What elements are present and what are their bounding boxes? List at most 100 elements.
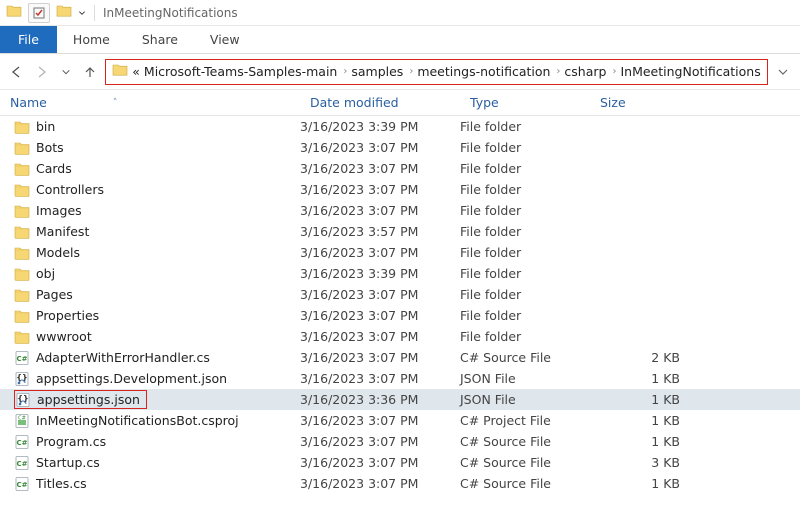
nav-back-button[interactable] <box>8 62 26 82</box>
file-name: appsettings.Development.json <box>36 371 227 386</box>
cell-size: 1 KB <box>590 476 700 491</box>
cell-type: File folder <box>460 182 590 197</box>
cell-size: 1 KB <box>590 413 700 428</box>
folder-icon <box>14 140 30 156</box>
cell-type: JSON File <box>460 392 590 407</box>
file-row[interactable]: obj3/16/2023 3:39 PMFile folder <box>0 263 800 284</box>
cell-type: JSON File <box>460 371 590 386</box>
file-name: Controllers <box>36 182 104 197</box>
tab-view[interactable]: View <box>194 26 256 53</box>
cell-type: File folder <box>460 245 590 260</box>
file-row[interactable]: Startup.cs 3/16/2023 3:07 PMC# Source Fil… <box>0 452 800 473</box>
tab-file[interactable]: File <box>0 26 57 53</box>
cell-name: Models <box>0 245 300 261</box>
breadcrumb-3[interactable]: csharp› <box>564 64 616 79</box>
address-dropdown-caret[interactable] <box>774 66 792 78</box>
file-row[interactable]: wwwroot3/16/2023 3:07 PMFile folder <box>0 326 800 347</box>
cell-type: C# Source File <box>460 455 590 470</box>
breadcrumb-4[interactable]: InMeetingNotifications <box>620 64 760 79</box>
file-name: Startup.cs <box>36 455 100 470</box>
csproj-icon <box>14 413 30 429</box>
file-row[interactable]: Program.cs3/16/2023 3:07 PMC# Source Fil… <box>0 431 800 452</box>
breadcrumb-0[interactable]: Microsoft-Teams-Samples-main› <box>144 64 347 79</box>
chevron-right-icon: › <box>556 66 560 77</box>
cs-icon <box>14 476 30 492</box>
file-name: Program.cs <box>36 434 106 449</box>
file-row[interactable]: Cards3/16/2023 3:07 PMFile folder <box>0 158 800 179</box>
folder-icon <box>14 203 30 219</box>
folder-icon <box>14 119 30 135</box>
file-row[interactable]: Properties3/16/2023 3:07 PMFile folder <box>0 305 800 326</box>
tab-home[interactable]: Home <box>57 26 126 53</box>
file-name: AdapterWithErrorHandler.cs <box>36 350 210 365</box>
cell-size: 1 KB <box>590 371 700 386</box>
cell-date: 3/16/2023 3:07 PM <box>300 308 460 323</box>
cs-icon <box>14 350 30 366</box>
tab-share[interactable]: Share <box>126 26 194 53</box>
file-row[interactable]: Bots3/16/2023 3:07 PMFile folder <box>0 137 800 158</box>
cell-type: File folder <box>460 266 590 281</box>
cell-name: wwwroot <box>0 329 300 345</box>
cell-type: File folder <box>460 203 590 218</box>
file-row[interactable]: Pages3/16/2023 3:07 PMFile folder <box>0 284 800 305</box>
cell-type: File folder <box>460 119 590 134</box>
file-name: InMeetingNotificationsBot.csproj <box>36 413 239 428</box>
cell-size: 1 KB <box>590 392 700 407</box>
file-row[interactable]: bin3/16/2023 3:39 PMFile folder <box>0 116 800 137</box>
cell-date: 3/16/2023 3:07 PM <box>300 140 460 155</box>
column-type[interactable]: Type <box>460 95 590 110</box>
app-folder-icon <box>6 3 22 22</box>
cell-name: InMeetingNotificationsBot.csproj <box>0 413 300 429</box>
cell-size: 1 KB <box>590 434 700 449</box>
file-name: Properties <box>36 308 99 323</box>
cell-date: 3/16/2023 3:57 PM <box>300 224 460 239</box>
cell-type: File folder <box>460 287 590 302</box>
nav-forward-button[interactable] <box>32 62 50 82</box>
cell-name: Cards <box>0 161 300 177</box>
file-row[interactable]: Controllers3/16/2023 3:07 PMFile folder <box>0 179 800 200</box>
qat-customize-caret[interactable] <box>78 5 86 20</box>
cell-name: appsettings.json <box>0 390 300 409</box>
folder-icon <box>14 161 30 177</box>
chevron-right-icon: › <box>409 66 413 77</box>
column-name[interactable]: Name ˄ <box>0 95 300 110</box>
file-row[interactable]: Titles.cs3/16/2023 3:07 PMC# Source File… <box>0 473 800 494</box>
file-row[interactable]: appsettings.json3/16/2023 3:36 PMJSON Fi… <box>0 389 800 410</box>
breadcrumb-overflow[interactable]: « <box>132 64 140 79</box>
breadcrumb-bar[interactable]: « Microsoft-Teams-Samples-main› samples›… <box>105 59 767 85</box>
nav-up-button[interactable] <box>81 62 99 82</box>
nav-history-caret[interactable] <box>57 62 75 82</box>
file-name: Pages <box>36 287 73 302</box>
cell-type: C# Project File <box>460 413 590 428</box>
file-row[interactable]: Images3/16/2023 3:07 PMFile folder <box>0 200 800 221</box>
column-size[interactable]: Size <box>590 95 700 110</box>
title-bar: InMeetingNotifications <box>0 0 800 26</box>
cell-date: 3/16/2023 3:36 PM <box>300 392 460 407</box>
cell-date: 3/16/2023 3:07 PM <box>300 350 460 365</box>
file-name: Manifest <box>36 224 89 239</box>
cell-name: bin <box>0 119 300 135</box>
cell-type: C# Source File <box>460 434 590 449</box>
file-row[interactable]: Manifest 3/16/2023 3:57 PMFile folder <box>0 221 800 242</box>
folder-icon <box>14 308 30 324</box>
folder-icon <box>14 287 30 303</box>
cell-name: Controllers <box>0 182 300 198</box>
file-row[interactable]: AdapterWithErrorHandler.cs 3/16/2023 3:07… <box>0 347 800 368</box>
qat-properties-button[interactable] <box>28 3 50 23</box>
cell-name: Program.cs <box>0 434 300 450</box>
cell-type: File folder <box>460 224 590 239</box>
column-date[interactable]: Date modified <box>300 95 460 110</box>
navigation-row: « Microsoft-Teams-Samples-main› samples›… <box>0 54 800 90</box>
file-row[interactable]: appsettings.Development.json3/16/2023 3:… <box>0 368 800 389</box>
cell-date: 3/16/2023 3:07 PM <box>300 455 460 470</box>
breadcrumb-2[interactable]: meetings-notification› <box>417 64 560 79</box>
file-row[interactable]: Models3/16/2023 3:07 PMFile folder <box>0 242 800 263</box>
breadcrumb-1[interactable]: samples› <box>351 64 413 79</box>
cs-icon <box>14 455 30 471</box>
cell-type: File folder <box>460 161 590 176</box>
cell-name: Startup.cs <box>0 455 300 471</box>
folder-icon <box>14 266 30 282</box>
file-row[interactable]: InMeetingNotificationsBot.csproj 3/16/202… <box>0 410 800 431</box>
cell-name: Titles.cs <box>0 476 300 492</box>
cell-date: 3/16/2023 3:07 PM <box>300 413 460 428</box>
